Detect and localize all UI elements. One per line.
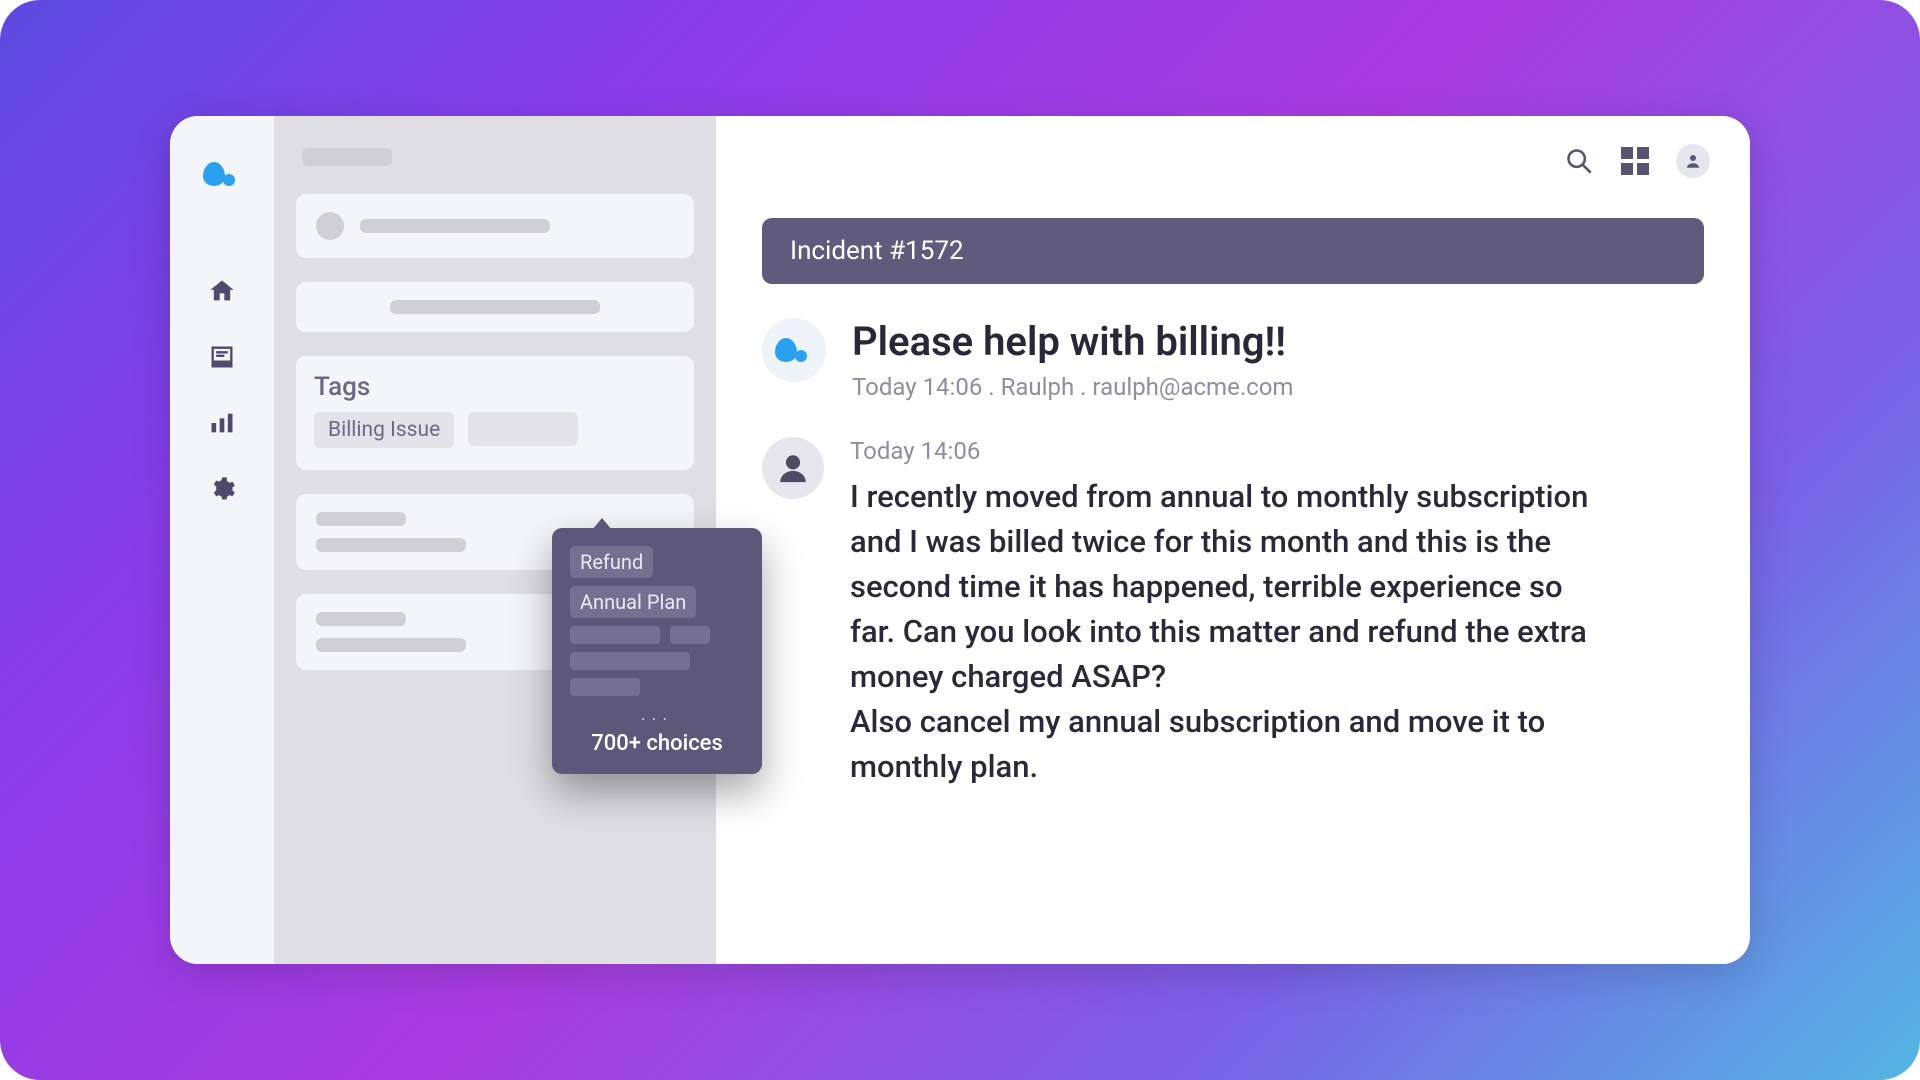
message-body: I recently moved from annual to monthly …: [850, 475, 1610, 790]
apps-grid-icon[interactable]: [1620, 146, 1650, 176]
top-toolbar: [1564, 144, 1710, 178]
home-icon[interactable]: [207, 276, 237, 306]
tag-option-annual-plan[interactable]: Annual Plan: [570, 586, 696, 618]
search-icon[interactable]: [1564, 146, 1594, 176]
add-tag-field[interactable]: [468, 412, 578, 446]
tag-option-placeholder[interactable]: [570, 652, 744, 670]
gradient-stage: Tags Billing Issue Refund Annual Plan ..…: [0, 0, 1920, 1080]
inbox-icon[interactable]: [207, 342, 237, 372]
message-timestamp: Today 14:06: [850, 437, 1610, 465]
analytics-icon[interactable]: [207, 408, 237, 438]
list-item[interactable]: [296, 194, 694, 258]
tag-options-ellipsis: ...: [570, 704, 744, 725]
ticket-meta: Today 14:06 . Raulph . raulph@acme.com: [852, 373, 1293, 401]
incident-banner: Incident #1572: [762, 218, 1704, 284]
tag-picker-count: 700+ choices: [570, 731, 744, 756]
list-item[interactable]: [296, 282, 694, 332]
tags-heading: Tags: [314, 372, 676, 402]
nav-rail: [170, 116, 274, 964]
tag-option-placeholder[interactable]: [570, 626, 744, 644]
tag-picker-popover: Refund Annual Plan ... 700+ choices: [552, 528, 762, 774]
incident-id-label: Incident #1572: [790, 236, 964, 266]
ticket-thread: Please help with billing!! Today 14:06 .…: [762, 318, 1704, 790]
customer-avatar-icon: [762, 437, 824, 499]
app-window: Tags Billing Issue Refund Annual Plan ..…: [170, 116, 1750, 964]
tag-chip-billing-issue[interactable]: Billing Issue: [314, 412, 454, 448]
ticket-list-sidebar: Tags Billing Issue Refund Annual Plan ..…: [274, 116, 716, 964]
app-logo-icon: [203, 160, 241, 188]
ticket-source-icon: [762, 318, 826, 382]
ticket-title: Please help with billing!!: [852, 318, 1293, 365]
tags-panel: Tags Billing Issue: [296, 356, 694, 470]
current-user-avatar[interactable]: [1676, 144, 1710, 178]
tag-option-refund[interactable]: Refund: [570, 546, 653, 578]
tag-option-placeholder[interactable]: [570, 678, 744, 696]
ticket-detail-pane: Incident #1572 Please help with billing!…: [716, 116, 1750, 964]
avatar-placeholder-icon: [316, 212, 344, 240]
sidebar-heading-placeholder: [302, 148, 392, 166]
settings-icon[interactable]: [207, 474, 237, 504]
